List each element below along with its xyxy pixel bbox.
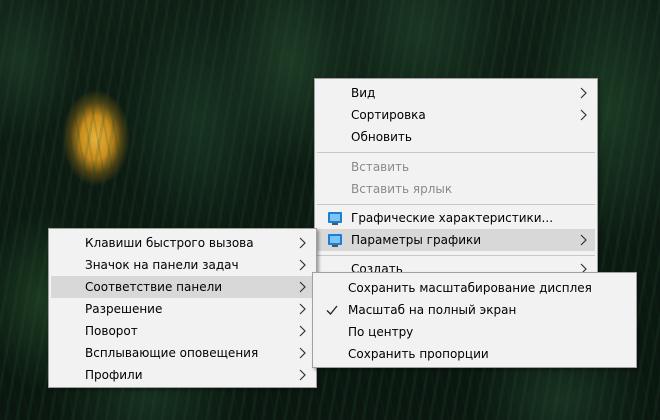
menu-item-label: Поворот: [85, 324, 138, 338]
chevron-right-icon: [299, 369, 306, 381]
chevron-right-icon: [580, 234, 587, 246]
chevron-right-icon: [299, 237, 306, 249]
chevron-right-icon: [299, 325, 306, 337]
menu-item-label: По центру: [348, 325, 414, 339]
menu-item-refresh[interactable]: Обновить: [317, 126, 595, 148]
menu-item-graphics-properties[interactable]: Графические характеристики...: [317, 207, 595, 229]
intel-graphics-icon: [328, 212, 342, 225]
menu-separator: [317, 152, 595, 153]
menu-item-label: Разрешение: [85, 302, 163, 316]
menu-item-view[interactable]: Вид: [317, 82, 595, 104]
menu-separator: [317, 255, 595, 256]
menu-item-label: Сохранить масштабирование дисплея: [348, 281, 592, 295]
graphics-options-submenu: Клавиши быстрого вызова Значок на панели…: [48, 228, 317, 388]
menu-item-label: Вид: [351, 86, 376, 100]
panel-fit-submenu: Сохранить масштабирование дисплея Масшта…: [312, 272, 637, 368]
menu-item-label: Вставить: [351, 160, 410, 174]
intel-graphics-icon: [328, 234, 342, 247]
menu-item-graphics-options[interactable]: Параметры графики: [317, 229, 595, 251]
menu-item-label: Графические характеристики...: [351, 211, 554, 225]
chevron-right-icon: [299, 303, 306, 315]
menu-item-popup-notifications[interactable]: Всплывающие оповещения: [51, 342, 314, 364]
menu-item-label: Клавиши быстрого вызова: [85, 236, 254, 250]
menu-separator: [317, 204, 595, 205]
menu-item-profiles[interactable]: Профили: [51, 364, 314, 386]
menu-item-paste[interactable]: Вставить: [317, 156, 595, 178]
menu-item-tray-icon[interactable]: Значок на панели задач: [51, 254, 314, 276]
menu-item-hotkeys[interactable]: Клавиши быстрого вызова: [51, 232, 314, 254]
menu-item-label: Профили: [85, 368, 143, 382]
menu-item-label: Сохранить пропорции: [348, 347, 489, 361]
menu-item-sort[interactable]: Сортировка: [317, 104, 595, 126]
menu-item-label: Значок на панели задач: [85, 258, 239, 272]
menu-item-resolution[interactable]: Разрешение: [51, 298, 314, 320]
menu-item-center[interactable]: По центру: [315, 321, 634, 343]
menu-item-maintain-aspect-ratio[interactable]: Сохранить пропорции: [315, 343, 634, 365]
menu-item-label: Сортировка: [351, 108, 426, 122]
menu-item-panel-fit[interactable]: Соответствие панели: [51, 276, 314, 298]
menu-item-label: Всплывающие оповещения: [85, 346, 259, 360]
chevron-right-icon: [580, 109, 587, 121]
menu-item-label: Вставить ярлык: [351, 182, 453, 196]
chevron-right-icon: [299, 281, 306, 293]
chevron-right-icon: [580, 87, 587, 99]
menu-item-rotation[interactable]: Поворот: [51, 320, 314, 342]
desktop-context-menu: Вид Сортировка Обновить Вставить Вставит…: [314, 78, 598, 276]
chevron-right-icon: [299, 347, 306, 359]
chevron-right-icon: [299, 259, 306, 271]
menu-item-scale-full-screen[interactable]: Масштаб на полный экран: [315, 299, 634, 321]
menu-item-label: Соответствие панели: [85, 280, 223, 294]
checkmark-icon: [326, 305, 338, 315]
menu-item-paste-shortcut[interactable]: Вставить ярлык: [317, 178, 595, 200]
menu-item-label: Масштаб на полный экран: [348, 303, 517, 317]
menu-item-label: Обновить: [351, 130, 412, 144]
menu-item-label: Параметры графики: [351, 233, 482, 247]
menu-item-maintain-display-scaling[interactable]: Сохранить масштабирование дисплея: [315, 277, 634, 299]
